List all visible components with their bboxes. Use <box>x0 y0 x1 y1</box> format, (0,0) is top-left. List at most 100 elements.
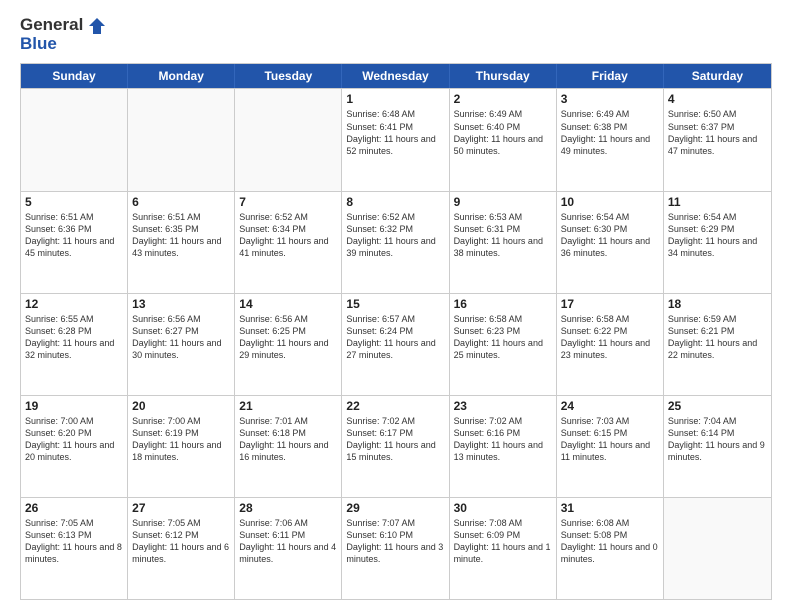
empty-cell <box>664 498 771 599</box>
day-number: 12 <box>25 297 123 311</box>
day-number: 29 <box>346 501 444 515</box>
day-number: 25 <box>668 399 767 413</box>
day-cell-23: 23 Sunrise: 7:02 AMSunset: 6:16 PMDayligh… <box>450 396 557 497</box>
cell-info: Sunrise: 6:57 AMSunset: 6:24 PMDaylight:… <box>346 313 444 362</box>
cell-info: Sunrise: 7:01 AMSunset: 6:18 PMDaylight:… <box>239 415 337 464</box>
day-number: 30 <box>454 501 552 515</box>
cell-info: Sunrise: 7:05 AMSunset: 6:13 PMDaylight:… <box>25 517 123 566</box>
calendar-row-2: 5 Sunrise: 6:51 AMSunset: 6:36 PMDaylight… <box>21 191 771 293</box>
day-number: 22 <box>346 399 444 413</box>
day-number: 4 <box>668 92 767 106</box>
day-number: 28 <box>239 501 337 515</box>
day-number: 20 <box>132 399 230 413</box>
cell-info: Sunrise: 6:51 AMSunset: 6:35 PMDaylight:… <box>132 211 230 260</box>
day-number: 13 <box>132 297 230 311</box>
day-cell-7: 7Sunrise: 6:52 AMSunset: 6:34 PMDaylight… <box>235 192 342 293</box>
weekday-header-saturday: Saturday <box>664 64 771 88</box>
day-cell-6: 6 Sunrise: 6:51 AMSunset: 6:35 PMDaylight… <box>128 192 235 293</box>
cell-info: Sunrise: 6:50 AMSunset: 6:37 PMDaylight:… <box>668 108 767 157</box>
calendar: SundayMondayTuesdayWednesdayThursdayFrid… <box>20 63 772 600</box>
day-cell-25: 25 Sunrise: 7:04 AMSunset: 6:14 PMDayligh… <box>664 396 771 497</box>
weekday-header-thursday: Thursday <box>450 64 557 88</box>
empty-cell <box>235 89 342 190</box>
page: General Blue SundayMondayTuesdayWednesda… <box>0 0 792 612</box>
day-cell-30: 30 Sunrise: 7:08 AMSunset: 6:09 PMDayligh… <box>450 498 557 599</box>
cell-info: Sunrise: 7:04 AMSunset: 6:14 PMDaylight:… <box>668 415 767 464</box>
cell-info: Sunrise: 7:08 AMSunset: 6:09 PMDaylight:… <box>454 517 552 566</box>
cell-info: Sunrise: 6:56 AMSunset: 6:25 PMDaylight:… <box>239 313 337 362</box>
empty-cell <box>128 89 235 190</box>
cell-info: Sunrise: 7:02 AMSunset: 6:17 PMDaylight:… <box>346 415 444 464</box>
day-number: 23 <box>454 399 552 413</box>
cell-info: Sunrise: 6:08 AMSunset: 5:08 PMDaylight:… <box>561 517 659 566</box>
day-cell-29: 29 Sunrise: 7:07 AMSunset: 6:10 PMDayligh… <box>342 498 449 599</box>
day-cell-3: 3Sunrise: 6:49 AMSunset: 6:38 PMDaylight… <box>557 89 664 190</box>
day-number: 17 <box>561 297 659 311</box>
cell-info: Sunrise: 7:07 AMSunset: 6:10 PMDaylight:… <box>346 517 444 566</box>
day-cell-8: 8 Sunrise: 6:52 AMSunset: 6:32 PMDaylight… <box>342 192 449 293</box>
cell-info: Sunrise: 6:52 AMSunset: 6:34 PMDaylight:… <box>239 211 337 260</box>
weekday-header-friday: Friday <box>557 64 664 88</box>
cell-info: Sunrise: 6:58 AMSunset: 6:23 PMDaylight:… <box>454 313 552 362</box>
cell-info: Sunrise: 7:02 AMSunset: 6:16 PMDaylight:… <box>454 415 552 464</box>
day-cell-13: 13 Sunrise: 6:56 AMSunset: 6:27 PMDayligh… <box>128 294 235 395</box>
day-number: 16 <box>454 297 552 311</box>
day-number: 26 <box>25 501 123 515</box>
logo-blue: Blue <box>20 35 106 54</box>
cell-info: Sunrise: 6:51 AMSunset: 6:36 PMDaylight:… <box>25 211 123 260</box>
header: General Blue <box>20 16 772 53</box>
day-cell-22: 22 Sunrise: 7:02 AMSunset: 6:17 PMDayligh… <box>342 396 449 497</box>
day-number: 15 <box>346 297 444 311</box>
weekday-header-monday: Monday <box>128 64 235 88</box>
cell-info: Sunrise: 6:54 AMSunset: 6:29 PMDaylight:… <box>668 211 767 260</box>
day-number: 3 <box>561 92 659 106</box>
day-number: 24 <box>561 399 659 413</box>
weekday-header-tuesday: Tuesday <box>235 64 342 88</box>
day-number: 14 <box>239 297 337 311</box>
day-cell-11: 11 Sunrise: 6:54 AMSunset: 6:29 PMDayligh… <box>664 192 771 293</box>
logo-icon <box>88 17 106 35</box>
day-cell-1: 1 Sunrise: 6:48 AMSunset: 6:41 PMDaylight… <box>342 89 449 190</box>
day-number: 9 <box>454 195 552 209</box>
day-number: 11 <box>668 195 767 209</box>
day-number: 5 <box>25 195 123 209</box>
cell-info: Sunrise: 6:52 AMSunset: 6:32 PMDaylight:… <box>346 211 444 260</box>
day-number: 8 <box>346 195 444 209</box>
day-cell-5: 5 Sunrise: 6:51 AMSunset: 6:36 PMDaylight… <box>21 192 128 293</box>
cell-info: Sunrise: 6:54 AMSunset: 6:30 PMDaylight:… <box>561 211 659 260</box>
day-number: 21 <box>239 399 337 413</box>
calendar-row-4: 19Sunrise: 7:00 AMSunset: 6:20 PMDayligh… <box>21 395 771 497</box>
day-cell-16: 16 Sunrise: 6:58 AMSunset: 6:23 PMDayligh… <box>450 294 557 395</box>
day-cell-14: 14 Sunrise: 6:56 AMSunset: 6:25 PMDayligh… <box>235 294 342 395</box>
day-number: 27 <box>132 501 230 515</box>
cell-info: Sunrise: 6:48 AMSunset: 6:41 PMDaylight:… <box>346 108 444 157</box>
day-cell-31: 31 Sunrise: 6:08 AMSunset: 5:08 PMDayligh… <box>557 498 664 599</box>
day-cell-17: 17 Sunrise: 6:58 AMSunset: 6:22 PMDayligh… <box>557 294 664 395</box>
weekday-header-wednesday: Wednesday <box>342 64 449 88</box>
day-number: 19 <box>25 399 123 413</box>
day-cell-24: 24Sunrise: 7:03 AMSunset: 6:15 PMDayligh… <box>557 396 664 497</box>
weekday-header-sunday: Sunday <box>21 64 128 88</box>
empty-cell <box>21 89 128 190</box>
logo: General Blue <box>20 16 106 53</box>
day-number: 10 <box>561 195 659 209</box>
day-cell-18: 18Sunrise: 6:59 AMSunset: 6:21 PMDayligh… <box>664 294 771 395</box>
day-cell-28: 28Sunrise: 7:06 AMSunset: 6:11 PMDayligh… <box>235 498 342 599</box>
calendar-row-5: 26 Sunrise: 7:05 AMSunset: 6:13 PMDayligh… <box>21 497 771 599</box>
day-cell-20: 20Sunrise: 7:00 AMSunset: 6:19 PMDayligh… <box>128 396 235 497</box>
logo-text: General Blue <box>20 16 106 53</box>
calendar-header: SundayMondayTuesdayWednesdayThursdayFrid… <box>21 64 771 88</box>
day-cell-2: 2Sunrise: 6:49 AMSunset: 6:40 PMDaylight… <box>450 89 557 190</box>
day-cell-10: 10 Sunrise: 6:54 AMSunset: 6:30 PMDayligh… <box>557 192 664 293</box>
cell-info: Sunrise: 6:56 AMSunset: 6:27 PMDaylight:… <box>132 313 230 362</box>
cell-info: Sunrise: 7:05 AMSunset: 6:12 PMDaylight:… <box>132 517 230 566</box>
cell-info: Sunrise: 6:53 AMSunset: 6:31 PMDaylight:… <box>454 211 552 260</box>
day-cell-19: 19Sunrise: 7:00 AMSunset: 6:20 PMDayligh… <box>21 396 128 497</box>
day-number: 6 <box>132 195 230 209</box>
calendar-body: 1 Sunrise: 6:48 AMSunset: 6:41 PMDaylight… <box>21 88 771 599</box>
day-number: 2 <box>454 92 552 106</box>
day-cell-26: 26 Sunrise: 7:05 AMSunset: 6:13 PMDayligh… <box>21 498 128 599</box>
day-number: 31 <box>561 501 659 515</box>
day-number: 1 <box>346 92 444 106</box>
cell-info: Sunrise: 6:58 AMSunset: 6:22 PMDaylight:… <box>561 313 659 362</box>
